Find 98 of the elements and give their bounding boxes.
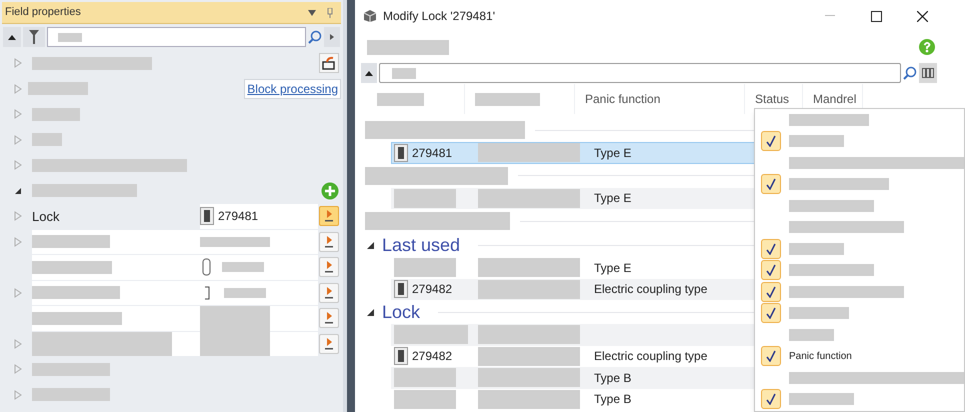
redacted-bar: [789, 328, 834, 341]
export-button[interactable]: [319, 53, 339, 74]
block-processing-link[interactable]: Block processing: [244, 78, 342, 99]
check-icon: [766, 350, 776, 362]
table-cell-text: Type B: [594, 370, 632, 387]
checkbox[interactable]: [761, 282, 781, 302]
search-field[interactable]: [47, 27, 306, 47]
table-cell-text: 279482: [412, 348, 452, 366]
panel-title: Field properties: [5, 5, 81, 20]
checkbox[interactable]: [761, 174, 781, 194]
table-cell-text: Electric coupling type: [594, 348, 708, 366]
check-icon: [766, 286, 776, 298]
table-cell-text: Type E: [594, 190, 632, 208]
pin-icon: [326, 8, 334, 18]
play-icon: [324, 210, 334, 222]
field-value: 279481: [218, 208, 258, 226]
columns-button[interactable]: [919, 63, 937, 83]
action-button[interactable]: [319, 334, 339, 354]
redacted-bar: [789, 307, 849, 320]
check-icon: [766, 178, 776, 190]
table-cell-text: Type E: [594, 260, 632, 277]
redacted-bar: [224, 288, 266, 298]
checkbox[interactable]: [761, 346, 781, 366]
dropdown-icon: [308, 10, 316, 16]
filter-icon: [29, 30, 39, 44]
redacted-bar: [32, 108, 80, 121]
action-button[interactable]: [319, 282, 339, 303]
table-cell-text: Type E: [594, 144, 632, 162]
redacted-bar: [394, 258, 456, 278]
redacted-bar: [394, 368, 456, 388]
column-header: Panic function: [585, 91, 660, 108]
table-cell-text: Electric coupling type: [594, 281, 708, 298]
caret-up-icon: [8, 34, 16, 40]
maximize-icon: [870, 10, 882, 22]
check-icon: [766, 242, 776, 255]
splitter-bar[interactable]: [343, 0, 355, 412]
search-field[interactable]: [379, 63, 901, 83]
redacted-bar: [200, 306, 270, 331]
collapse-button[interactable]: [361, 63, 377, 83]
action-button[interactable]: [319, 206, 339, 226]
export-icon: [322, 56, 336, 70]
redacted-bar: [789, 135, 844, 148]
columns-icon: [922, 68, 934, 78]
redacted-bar: [32, 133, 62, 146]
minimize-icon: [825, 15, 835, 17]
help-icon: [919, 39, 935, 55]
column-header: Mandrel: [813, 91, 856, 108]
filter-button[interactable]: [23, 27, 45, 47]
play-icon: [324, 236, 334, 248]
action-button[interactable]: [319, 308, 339, 328]
table-cell-text: 279482: [412, 281, 452, 298]
field-label: Lock: [32, 208, 60, 226]
play-icon: [324, 338, 334, 350]
checkbox[interactable]: [761, 260, 781, 280]
section-heading: Lock: [382, 300, 420, 324]
section-heading: Last used: [382, 234, 460, 256]
scroll-right-button[interactable]: [324, 27, 340, 47]
table-cell-text: Type B: [594, 391, 632, 408]
play-icon: [324, 312, 334, 324]
check-icon: [766, 307, 776, 320]
search-icon: [308, 30, 322, 44]
redacted-bar: [377, 92, 424, 106]
redacted-bar: [200, 331, 270, 356]
check-icon: [766, 393, 776, 406]
checkbox[interactable]: [761, 303, 781, 324]
redacted-bar: [789, 242, 844, 255]
box-icon: [363, 9, 377, 23]
menu-item[interactable]: Panic function: [755, 346, 964, 367]
redacted-bar: [222, 262, 264, 272]
window-title: Modify Lock '279481': [383, 8, 495, 25]
play-icon: [324, 286, 334, 299]
paperclip-icon: [202, 258, 212, 276]
redacted-bar: [789, 393, 854, 406]
add-icon: [321, 182, 339, 200]
checkbox[interactable]: [761, 389, 781, 410]
checkbox[interactable]: [761, 238, 781, 259]
redacted-bar: [475, 92, 540, 106]
redacted-bar: [58, 32, 82, 42]
check-icon: [766, 264, 776, 276]
play-icon: [324, 261, 334, 274]
checkbox[interactable]: [761, 131, 781, 152]
redacted-bar: [28, 82, 88, 96]
redacted-bar: [394, 390, 456, 409]
redacted-bar: [392, 68, 416, 78]
arrow-right-icon: [330, 34, 334, 40]
caret-up-icon: [365, 70, 373, 76]
redacted-bar: [394, 188, 456, 208]
column-header: Status: [755, 91, 790, 108]
checkbox-label: Panic function: [789, 350, 852, 364]
collapse-button[interactable]: [3, 27, 21, 47]
redacted-bar: [200, 236, 270, 247]
action-button[interactable]: [319, 232, 339, 252]
bracket-icon: [204, 286, 210, 300]
table-cell-text: 279481: [412, 144, 452, 162]
search-icon: [903, 66, 917, 80]
check-icon: [766, 135, 776, 148]
close-icon: [916, 10, 928, 22]
action-button[interactable]: [319, 257, 339, 278]
